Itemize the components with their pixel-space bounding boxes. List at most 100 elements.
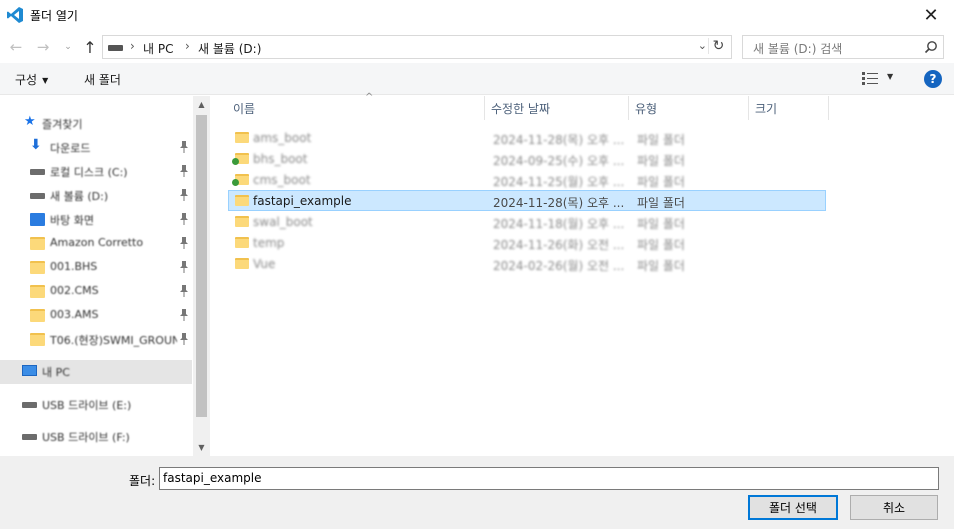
nav-item-label: 로컬 디스크 (C:)	[50, 166, 128, 179]
file-type: 파일 폴더	[637, 196, 685, 210]
column-label: 이름	[233, 102, 256, 116]
new-folder-button[interactable]: 새 폴더	[84, 71, 121, 88]
column-header-name[interactable]: 이름 ^	[227, 92, 485, 120]
search-input[interactable]: 새 볼륨 (D:) 검색	[742, 35, 944, 59]
file-date: 2024-11-18(월) 오후 ...	[493, 217, 625, 231]
nav-pane-scrollbar[interactable]: ▲ ▼	[193, 96, 210, 456]
file-row[interactable]: swal_boot 2024-11-18(월) 오후 ... 파일 폴더	[228, 211, 826, 232]
folder-name-input[interactable]: fastapi_example	[159, 467, 939, 490]
nav-item-this-pc[interactable]: 내 PC	[0, 360, 192, 384]
nav-item-label: 002.CMS	[50, 284, 99, 297]
caret-down-icon: ▼	[42, 76, 49, 85]
sort-ascending-icon: ^	[365, 92, 374, 103]
nav-item-label: 003.AMS	[50, 308, 99, 321]
pin-icon	[180, 165, 188, 177]
file-type: 파일 폴더	[637, 217, 685, 231]
nav-item-label: Amazon Corretto	[50, 236, 144, 249]
nav-item-label: 내 PC	[42, 366, 70, 379]
pin-icon	[180, 285, 188, 297]
arrow-up-icon: ↑	[83, 37, 97, 57]
star-icon: ★	[24, 114, 36, 129]
pin-icon	[180, 141, 188, 153]
nav-item-local-disk-c[interactable]: 로컬 디스크 (C:)	[0, 160, 192, 184]
view-caret-icon[interactable]: ▼	[887, 72, 893, 81]
folder-icon	[235, 258, 249, 269]
file-date: 2024-11-28(목) 오후 ...	[493, 133, 625, 147]
breadcrumb-this-pc[interactable]: 내 PC	[143, 40, 173, 57]
column-header-modified[interactable]: 수정한 날짜	[485, 96, 629, 120]
pin-icon	[180, 333, 188, 345]
nav-item-usb-e[interactable]: USB 드라이브 (E:)	[0, 393, 192, 417]
file-type: 파일 폴더	[637, 154, 685, 168]
file-row[interactable]: temp 2024-11-26(화) 오전 ... 파일 폴더	[228, 232, 826, 253]
nav-item-label: T06.(현장)SWMI_GROUN	[50, 334, 177, 347]
refresh-icon[interactable]: ↻	[708, 38, 728, 54]
recent-locations-button[interactable]: ⌄	[57, 36, 79, 58]
nav-item-volume-d[interactable]: 새 볼륨 (D:)	[0, 184, 192, 208]
close-button[interactable]: ✕	[908, 0, 954, 30]
folder-icon	[30, 237, 45, 250]
pc-icon	[22, 365, 37, 376]
forward-button[interactable]: →	[32, 36, 54, 58]
nav-item-label: 바탕 화면	[50, 214, 94, 227]
pin-icon	[180, 237, 188, 249]
file-row[interactable]: ams_boot 2024-11-28(목) 오후 ... 파일 폴더	[228, 127, 826, 148]
disk-icon	[30, 169, 45, 175]
file-name: cms_boot	[253, 173, 311, 187]
breadcrumb-volume-d[interactable]: 새 볼륨 (D:)	[198, 40, 261, 57]
pin-icon	[180, 261, 188, 273]
folder-icon	[30, 309, 45, 322]
disk-icon	[30, 193, 45, 199]
file-row[interactable]: Vue 2024-02-26(월) 오전 ... 파일 폴더	[228, 253, 826, 274]
nav-item-001-bhs[interactable]: 001.BHS	[0, 256, 192, 280]
folder-sync-icon	[232, 174, 249, 186]
up-button[interactable]: ↑	[79, 36, 101, 58]
nav-item-003-ams[interactable]: 003.AMS	[0, 304, 192, 328]
scroll-up-icon[interactable]: ▲	[193, 96, 210, 113]
navigation-pane: ★ 즐겨찾기 ⬇ 다운로드 로컬 디스크 (C:) 새 볼륨 (D:) 바탕 화…	[0, 96, 210, 456]
navigation-bar: ← → ⌄ ↑ › 내 PC › 새 볼륨 (D:) ⌄ ↻ 새 볼륨 (D:)…	[0, 33, 954, 61]
folder-icon	[235, 195, 249, 206]
file-date: 2024-11-25(월) 오후 ...	[493, 175, 625, 189]
cancel-button[interactable]: 취소	[850, 495, 938, 520]
chevron-down-icon: ⌄	[64, 42, 72, 52]
address-bar[interactable]: › 내 PC › 새 볼륨 (D:) ⌄ ↻	[102, 35, 732, 59]
view-options-icon[interactable]	[862, 72, 878, 85]
nav-item-label: USB 드라이브 (F:)	[42, 431, 130, 444]
arrow-left-icon: ←	[9, 38, 23, 56]
help-icon[interactable]: ?	[924, 70, 942, 88]
file-date: 2024-09-25(수) 오후 ...	[493, 154, 625, 168]
desktop-icon	[30, 213, 45, 226]
nav-item-t06-folder[interactable]: T06.(현장)SWMI_GROUN	[0, 328, 192, 352]
file-row[interactable]: bhs_boot 2024-09-25(수) 오후 ... 파일 폴더	[228, 148, 826, 169]
file-type: 파일 폴더	[637, 133, 685, 147]
nav-item-amazon-corretto[interactable]: Amazon Corretto	[0, 232, 192, 256]
title-bar: 폴더 열기 ✕	[0, 0, 954, 30]
command-bar: 구성 ▼ 새 폴더 ▼ ?	[0, 63, 954, 95]
nav-item-downloads[interactable]: ⬇ 다운로드	[0, 136, 192, 160]
scrollbar-thumb[interactable]	[196, 115, 207, 417]
folder-icon	[235, 132, 249, 143]
download-icon: ⬇	[30, 137, 42, 153]
scroll-down-icon[interactable]: ▼	[193, 439, 210, 456]
file-row[interactable]: cms_boot 2024-11-25(월) 오후 ... 파일 폴더	[228, 169, 826, 190]
column-header-size[interactable]: 크기	[749, 96, 829, 120]
file-row-selected[interactable]: fastapi_example 2024-11-28(목) 오후 ... 파일 …	[228, 190, 826, 211]
nav-item-desktop[interactable]: 바탕 화면	[0, 208, 192, 232]
select-folder-button[interactable]: 폴더 선택	[748, 495, 838, 520]
usb-drive-icon	[22, 402, 37, 408]
nav-item-002-cms[interactable]: 002.CMS	[0, 280, 192, 304]
nav-item-usb-f[interactable]: USB 드라이브 (F:)	[0, 425, 192, 449]
address-dropdown-icon[interactable]: ⌄	[698, 39, 707, 52]
search-placeholder: 새 볼륨 (D:) 검색	[753, 42, 843, 56]
organize-button[interactable]: 구성 ▼	[15, 71, 48, 88]
window-title: 폴더 열기	[30, 9, 78, 23]
folder-icon	[30, 261, 45, 274]
folder-icon	[235, 216, 249, 227]
drive-icon	[108, 45, 123, 51]
nav-item-quick-access[interactable]: ★ 즐겨찾기	[0, 112, 192, 136]
back-button[interactable]: ←	[5, 36, 27, 58]
file-date: 2024-11-26(화) 오전 ...	[493, 238, 625, 252]
column-header-type[interactable]: 유형	[629, 96, 749, 120]
search-icon	[924, 41, 937, 54]
